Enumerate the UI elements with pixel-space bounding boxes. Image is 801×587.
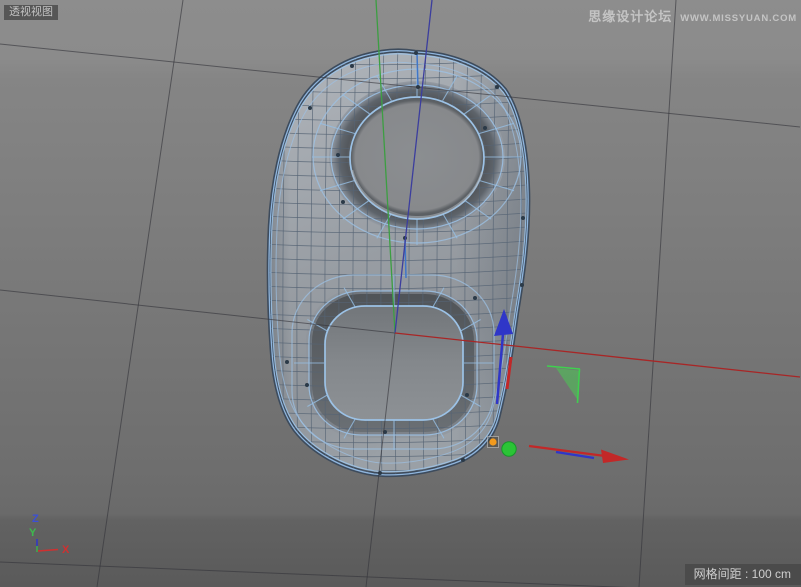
gizmo-axis-center-handle[interactable] [488,437,499,448]
gizmo-plane-handle[interactable] [547,366,580,403]
selected-point-handle[interactable] [502,442,516,456]
gizmo-x-arrow[interactable] [529,446,629,463]
watermark: 思缘设计论坛 WWW.MISSYUAN.COM [588,6,797,25]
move-gizmo[interactable] [488,309,630,463]
triad-z-label: Z [32,514,39,525]
viewport-label[interactable]: 透视视图 [4,5,58,20]
viewport-canvas[interactable]: 透视视图 思缘设计论坛 WWW.MISSYUAN.COM 网格间距 : 100 … [0,0,801,587]
grid-spacing-status: 网格间距 : 100 cm [685,564,801,585]
pull-tab-model[interactable] [262,42,540,486]
grid-line-vertical-left [97,0,183,587]
triad-x-label: X [62,545,69,556]
grid-line-horizontal-bottom [0,562,640,587]
triad-y-label: Y [29,528,36,539]
axis-triad-lines [37,539,58,552]
watermark-site-url: WWW.MISSYUAN.COM [680,13,797,24]
watermark-site-name: 思缘设计论坛 [588,6,672,25]
grid-line-vertical-right [639,0,676,587]
